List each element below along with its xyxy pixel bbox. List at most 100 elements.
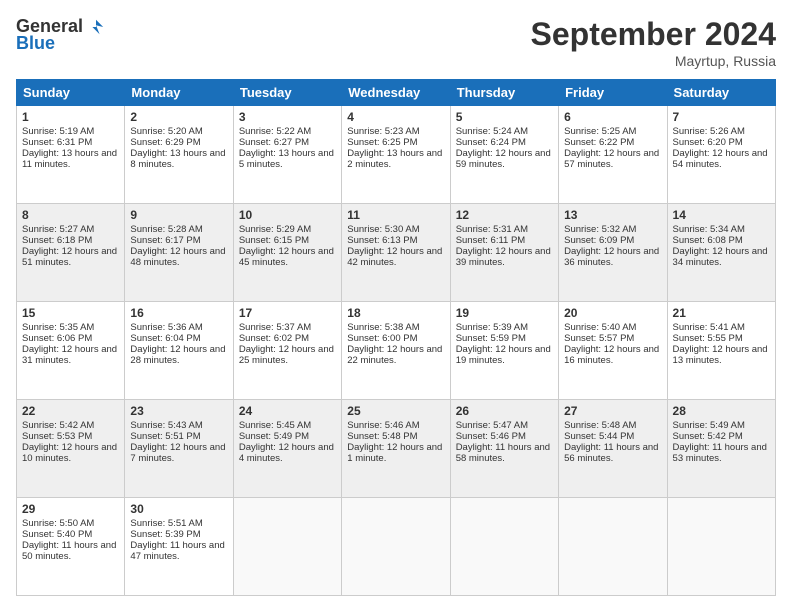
daylight-text: Daylight: 12 hours and 22 minutes. <box>347 344 442 366</box>
daylight-text: Daylight: 12 hours and 16 minutes. <box>564 344 659 366</box>
table-row: 1Sunrise: 5:19 AMSunset: 6:31 PMDaylight… <box>17 106 125 204</box>
daylight-text: Daylight: 11 hours and 50 minutes. <box>22 540 116 562</box>
day-number: 29 <box>22 502 119 516</box>
col-saturday: Saturday <box>667 80 775 106</box>
sunrise-text: Sunrise: 5:24 AM <box>456 126 528 137</box>
sunset-text: Sunset: 5:39 PM <box>130 529 200 540</box>
col-friday: Friday <box>559 80 667 106</box>
day-number: 13 <box>564 208 661 222</box>
table-row <box>450 498 558 596</box>
day-number: 16 <box>130 306 227 320</box>
sunset-text: Sunset: 5:40 PM <box>22 529 92 540</box>
table-row: 5Sunrise: 5:24 AMSunset: 6:24 PMDaylight… <box>450 106 558 204</box>
sunset-text: Sunset: 5:44 PM <box>564 431 634 442</box>
daylight-text: Daylight: 12 hours and 45 minutes. <box>239 246 334 268</box>
day-number: 20 <box>564 306 661 320</box>
sunset-text: Sunset: 6:09 PM <box>564 235 634 246</box>
day-number: 23 <box>130 404 227 418</box>
day-number: 9 <box>130 208 227 222</box>
sunset-text: Sunset: 6:00 PM <box>347 333 417 344</box>
sunset-text: Sunset: 5:46 PM <box>456 431 526 442</box>
daylight-text: Daylight: 12 hours and 13 minutes. <box>673 344 768 366</box>
sunrise-text: Sunrise: 5:23 AM <box>347 126 419 137</box>
sunrise-text: Sunrise: 5:42 AM <box>22 420 94 431</box>
table-row: 13Sunrise: 5:32 AMSunset: 6:09 PMDayligh… <box>559 204 667 302</box>
sunset-text: Sunset: 6:25 PM <box>347 137 417 148</box>
table-row: 29Sunrise: 5:50 AMSunset: 5:40 PMDayligh… <box>17 498 125 596</box>
sunrise-text: Sunrise: 5:41 AM <box>673 322 745 333</box>
day-number: 8 <box>22 208 119 222</box>
table-row: 25 Sunrise: 5:46 AMSunset: 5:48 PMDayligh… <box>342 400 450 498</box>
sunset-text: Sunset: 5:59 PM <box>456 333 526 344</box>
table-row: 6Sunrise: 5:25 AMSunset: 6:22 PMDaylight… <box>559 106 667 204</box>
daylight-text: Daylight: 12 hours and 25 minutes. <box>239 344 334 366</box>
table-row: 8Sunrise: 5:27 AMSunset: 6:18 PMDaylight… <box>17 204 125 302</box>
table-row: 30Sunrise: 5:51 AMSunset: 5:39 PMDayligh… <box>125 498 233 596</box>
table-row <box>559 498 667 596</box>
day-number: 2 <box>130 110 227 124</box>
day-number: 14 <box>673 208 770 222</box>
daylight-text: Daylight: 13 hours and 2 minutes. <box>347 148 442 170</box>
sunset-text: Sunset: 6:15 PM <box>239 235 309 246</box>
day-number: 12 <box>456 208 553 222</box>
calendar-week-row: 8Sunrise: 5:27 AMSunset: 6:18 PMDaylight… <box>17 204 776 302</box>
sunrise-text: Sunrise: 5:51 AM <box>130 518 202 529</box>
day-number: 30 <box>130 502 227 516</box>
day-number: 24 <box>239 404 336 418</box>
sunset-text: Sunset: 6:06 PM <box>22 333 92 344</box>
sunrise-text: Sunrise: 5:46 AM <box>347 420 419 431</box>
sunrise-text: Sunrise: 5:45 AM <box>239 420 311 431</box>
daylight-text: Daylight: 12 hours and 39 minutes. <box>456 246 551 268</box>
sunset-text: Sunset: 5:53 PM <box>22 431 92 442</box>
daylight-text: Daylight: 13 hours and 5 minutes. <box>239 148 334 170</box>
daylight-text: Daylight: 12 hours and 7 minutes. <box>130 442 225 464</box>
day-number: 28 <box>673 404 770 418</box>
sunrise-text: Sunrise: 5:19 AM <box>22 126 94 137</box>
table-row: 16Sunrise: 5:36 AMSunset: 6:04 PMDayligh… <box>125 302 233 400</box>
col-sunday: Sunday <box>17 80 125 106</box>
col-thursday: Thursday <box>450 80 558 106</box>
sunrise-text: Sunrise: 5:34 AM <box>673 224 745 235</box>
daylight-text: Daylight: 12 hours and 28 minutes. <box>130 344 225 366</box>
daylight-text: Daylight: 11 hours and 53 minutes. <box>673 442 767 464</box>
col-monday: Monday <box>125 80 233 106</box>
day-number: 17 <box>239 306 336 320</box>
day-number: 26 <box>456 404 553 418</box>
sunset-text: Sunset: 6:04 PM <box>130 333 200 344</box>
sunrise-text: Sunrise: 5:40 AM <box>564 322 636 333</box>
calendar-week-row: 29Sunrise: 5:50 AMSunset: 5:40 PMDayligh… <box>17 498 776 596</box>
table-row: 17Sunrise: 5:37 AMSunset: 6:02 PMDayligh… <box>233 302 341 400</box>
sunset-text: Sunset: 6:13 PM <box>347 235 417 246</box>
calendar-week-row: 15Sunrise: 5:35 AMSunset: 6:06 PMDayligh… <box>17 302 776 400</box>
daylight-text: Daylight: 12 hours and 31 minutes. <box>22 344 117 366</box>
sunset-text: Sunset: 6:27 PM <box>239 137 309 148</box>
sunset-text: Sunset: 6:02 PM <box>239 333 309 344</box>
sunrise-text: Sunrise: 5:38 AM <box>347 322 419 333</box>
daylight-text: Daylight: 11 hours and 58 minutes. <box>456 442 550 464</box>
header: General Blue September 2024 Mayrtup, Rus… <box>16 16 776 69</box>
table-row: 27Sunrise: 5:48 AMSunset: 5:44 PMDayligh… <box>559 400 667 498</box>
daylight-text: Daylight: 12 hours and 57 minutes. <box>564 148 659 170</box>
day-number: 1 <box>22 110 119 124</box>
sunrise-text: Sunrise: 5:20 AM <box>130 126 202 137</box>
table-row: 4Sunrise: 5:23 AMSunset: 6:25 PMDaylight… <box>342 106 450 204</box>
table-row: 20Sunrise: 5:40 AMSunset: 5:57 PMDayligh… <box>559 302 667 400</box>
sunset-text: Sunset: 5:48 PM <box>347 431 417 442</box>
sunrise-text: Sunrise: 5:48 AM <box>564 420 636 431</box>
table-row: 10Sunrise: 5:29 AMSunset: 6:15 PMDayligh… <box>233 204 341 302</box>
logo-bird-icon <box>87 18 105 36</box>
day-number: 5 <box>456 110 553 124</box>
location: Mayrtup, Russia <box>531 53 776 69</box>
daylight-text: Daylight: 12 hours and 1 minute. <box>347 442 442 464</box>
table-row: 24Sunrise: 5:45 AMSunset: 5:49 PMDayligh… <box>233 400 341 498</box>
daylight-text: Daylight: 12 hours and 19 minutes. <box>456 344 551 366</box>
day-number: 25 <box>347 404 444 418</box>
sunset-text: Sunset: 6:11 PM <box>456 235 526 246</box>
sunset-text: Sunset: 5:49 PM <box>239 431 309 442</box>
daylight-text: Daylight: 12 hours and 42 minutes. <box>347 246 442 268</box>
sunrise-text: Sunrise: 5:47 AM <box>456 420 528 431</box>
day-number: 10 <box>239 208 336 222</box>
sunrise-text: Sunrise: 5:39 AM <box>456 322 528 333</box>
logo: General Blue <box>16 16 105 54</box>
sunrise-text: Sunrise: 5:28 AM <box>130 224 202 235</box>
